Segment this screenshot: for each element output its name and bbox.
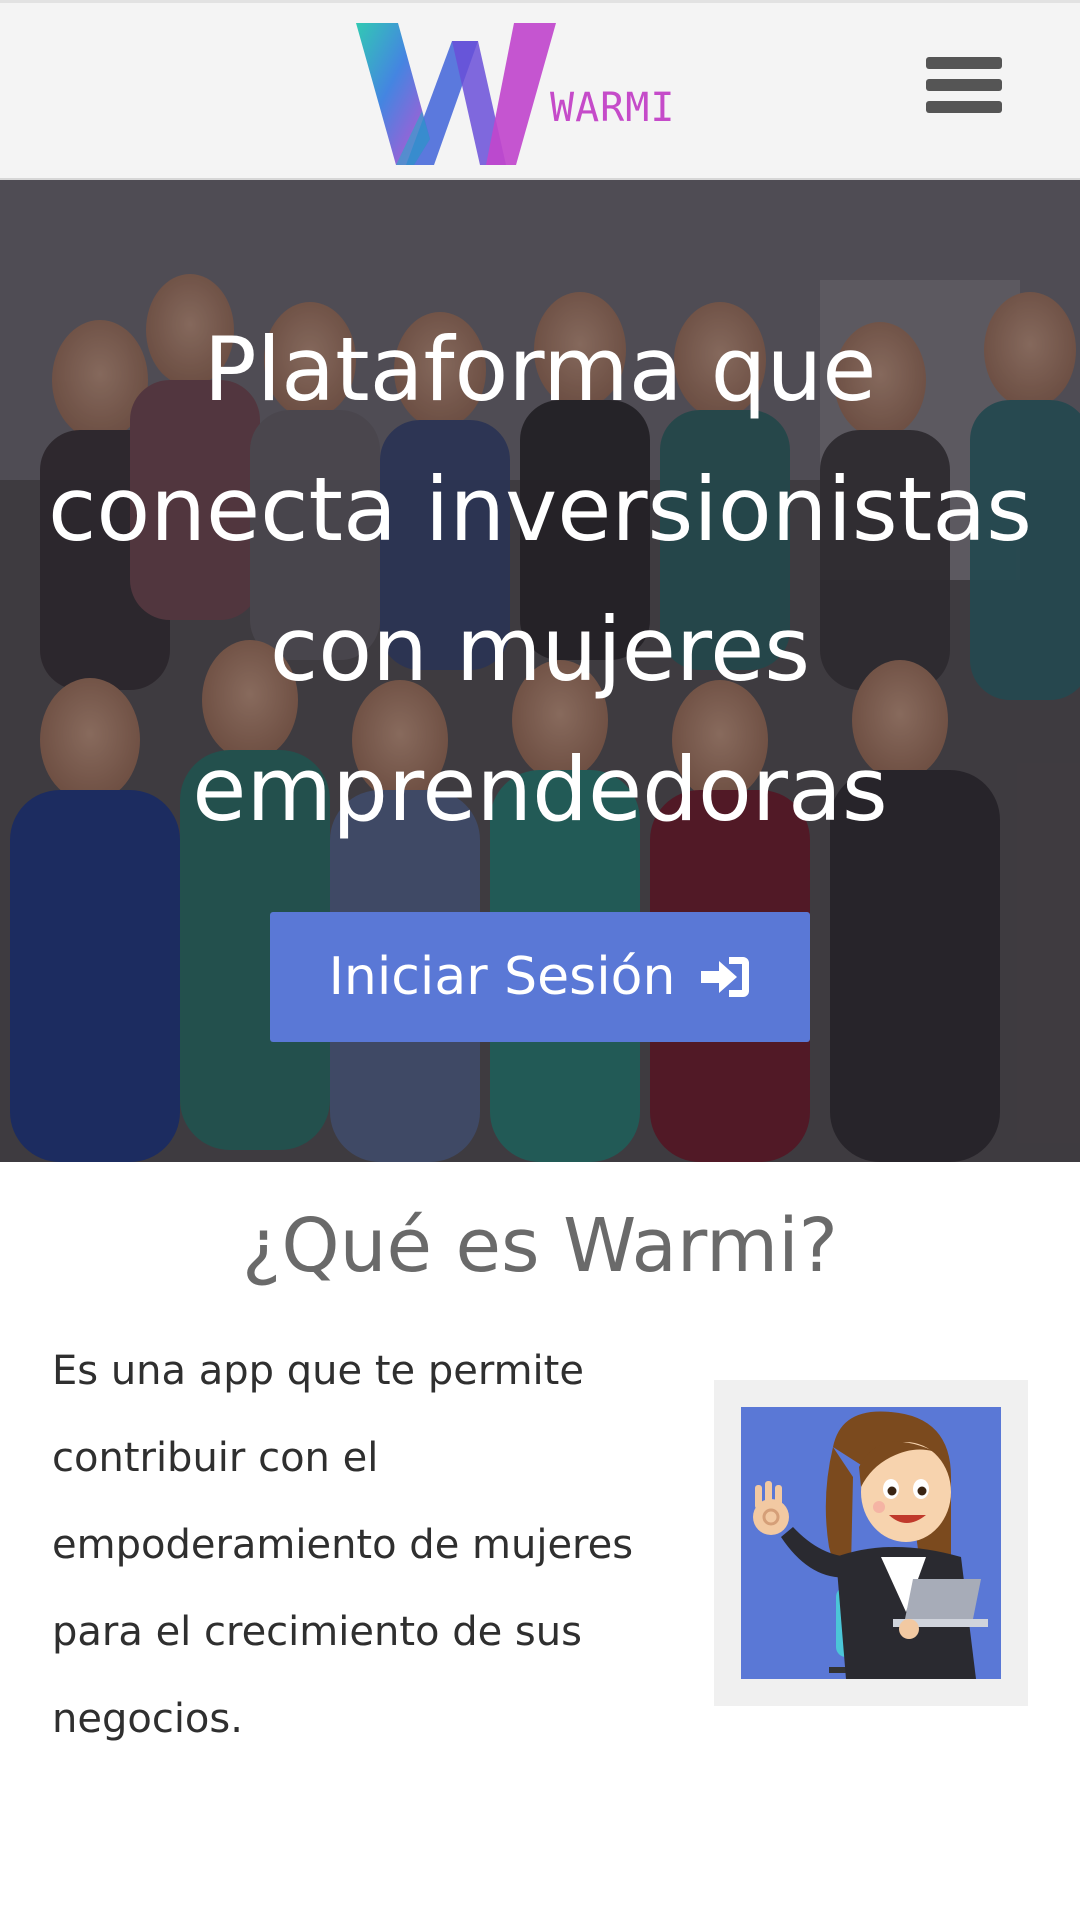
warmi-w-logo-icon <box>356 23 556 165</box>
login-button[interactable]: Iniciar Sesión <box>270 912 810 1042</box>
illustration-frame <box>714 1380 1028 1706</box>
app-header: WARMI <box>0 0 1080 180</box>
hamburger-menu-icon[interactable] <box>926 57 1006 125</box>
about-title: ¿Qué es Warmi? <box>242 1203 838 1289</box>
businesswoman-laptop-illustration <box>741 1407 1001 1679</box>
logo-text: WARMI <box>550 85 676 131</box>
warmi-logo[interactable]: WARMI <box>356 21 676 171</box>
sign-in-icon <box>699 954 751 1000</box>
about-description: Es una app que te permite contribuir con… <box>52 1348 634 1742</box>
login-button-label: Iniciar Sesión <box>328 947 676 1007</box>
hero-title: Plataforma que conecta inversionistas co… <box>47 318 1033 841</box>
hero-section: Plataforma que conecta inversionistas co… <box>0 180 1080 1162</box>
